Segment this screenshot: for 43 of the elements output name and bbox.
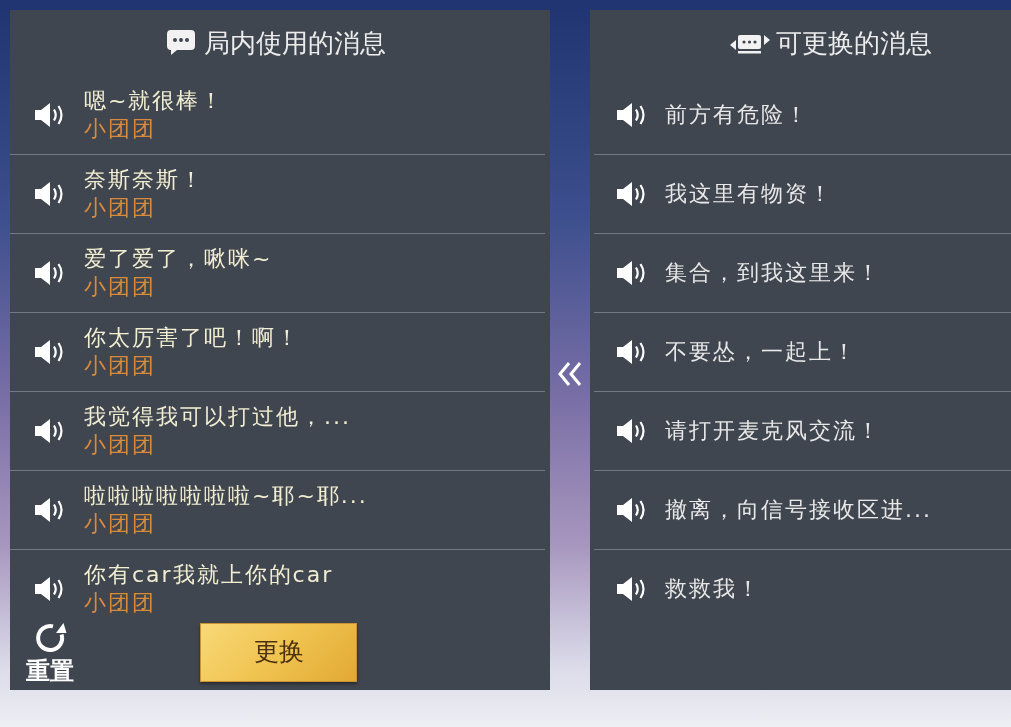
reset-button[interactable]: 重置 (25, 620, 75, 684)
message-text: 啦啦啦啦啦啦啦~耶~耶... (84, 482, 368, 510)
author-name: 小团团 (84, 431, 156, 459)
speaker-icon (33, 100, 66, 129)
message-text: 救救我！ (665, 575, 761, 603)
replace-button[interactable]: 更换 (200, 622, 357, 682)
speaker-icon (33, 259, 66, 287)
author-name: 小团团 (84, 273, 156, 301)
speaker-icon (615, 180, 648, 208)
speaker-icon (33, 417, 66, 445)
author-name: 小团团 (84, 114, 156, 143)
author-name: 小团团 (84, 510, 156, 538)
message-text: 你有car我就上你的car (84, 561, 334, 589)
message-text: 我觉得我可以打过他，... (84, 403, 351, 431)
message-text: 我这里有物资！ (665, 180, 833, 208)
message-text: 你太厉害了吧！啊！ (84, 324, 300, 352)
speaker-icon (33, 575, 66, 603)
message-text: 嗯~就很棒！ (84, 86, 225, 115)
double-chevron-left-icon (557, 360, 583, 388)
speaker-icon (615, 100, 648, 129)
speaker-icon (615, 575, 648, 603)
panel-title: 可更换的消息 (775, 26, 932, 59)
message-text: 撤离，向信号接收区进... (665, 496, 932, 524)
message-text: 奈斯奈斯！ (84, 166, 204, 194)
message-text: 请打开麦克风交流！ (665, 417, 881, 445)
chat-bubble-icon (166, 30, 195, 55)
message-text: 爱了爱了，啾咪~ (84, 245, 273, 273)
message-text: 集合，到我这里来！ (665, 259, 881, 287)
author-name: 小团团 (84, 352, 156, 380)
speaker-icon (33, 180, 66, 208)
collapse-button[interactable] (557, 360, 583, 388)
speaker-icon (615, 417, 648, 445)
message-text: 不要怂，一起上！ (665, 338, 857, 366)
speaker-icon (615, 338, 648, 366)
message-text: 前方有危险！ (665, 100, 809, 129)
author-name: 小团团 (84, 194, 156, 222)
speaker-icon (33, 338, 66, 366)
speaker-icon (615, 259, 648, 287)
speaker-icon (615, 496, 648, 524)
refresh-icon (33, 620, 67, 655)
speaker-icon (33, 496, 66, 524)
panel-title: 局内使用的消息 (203, 26, 386, 59)
author-name: 小团团 (84, 589, 156, 614)
